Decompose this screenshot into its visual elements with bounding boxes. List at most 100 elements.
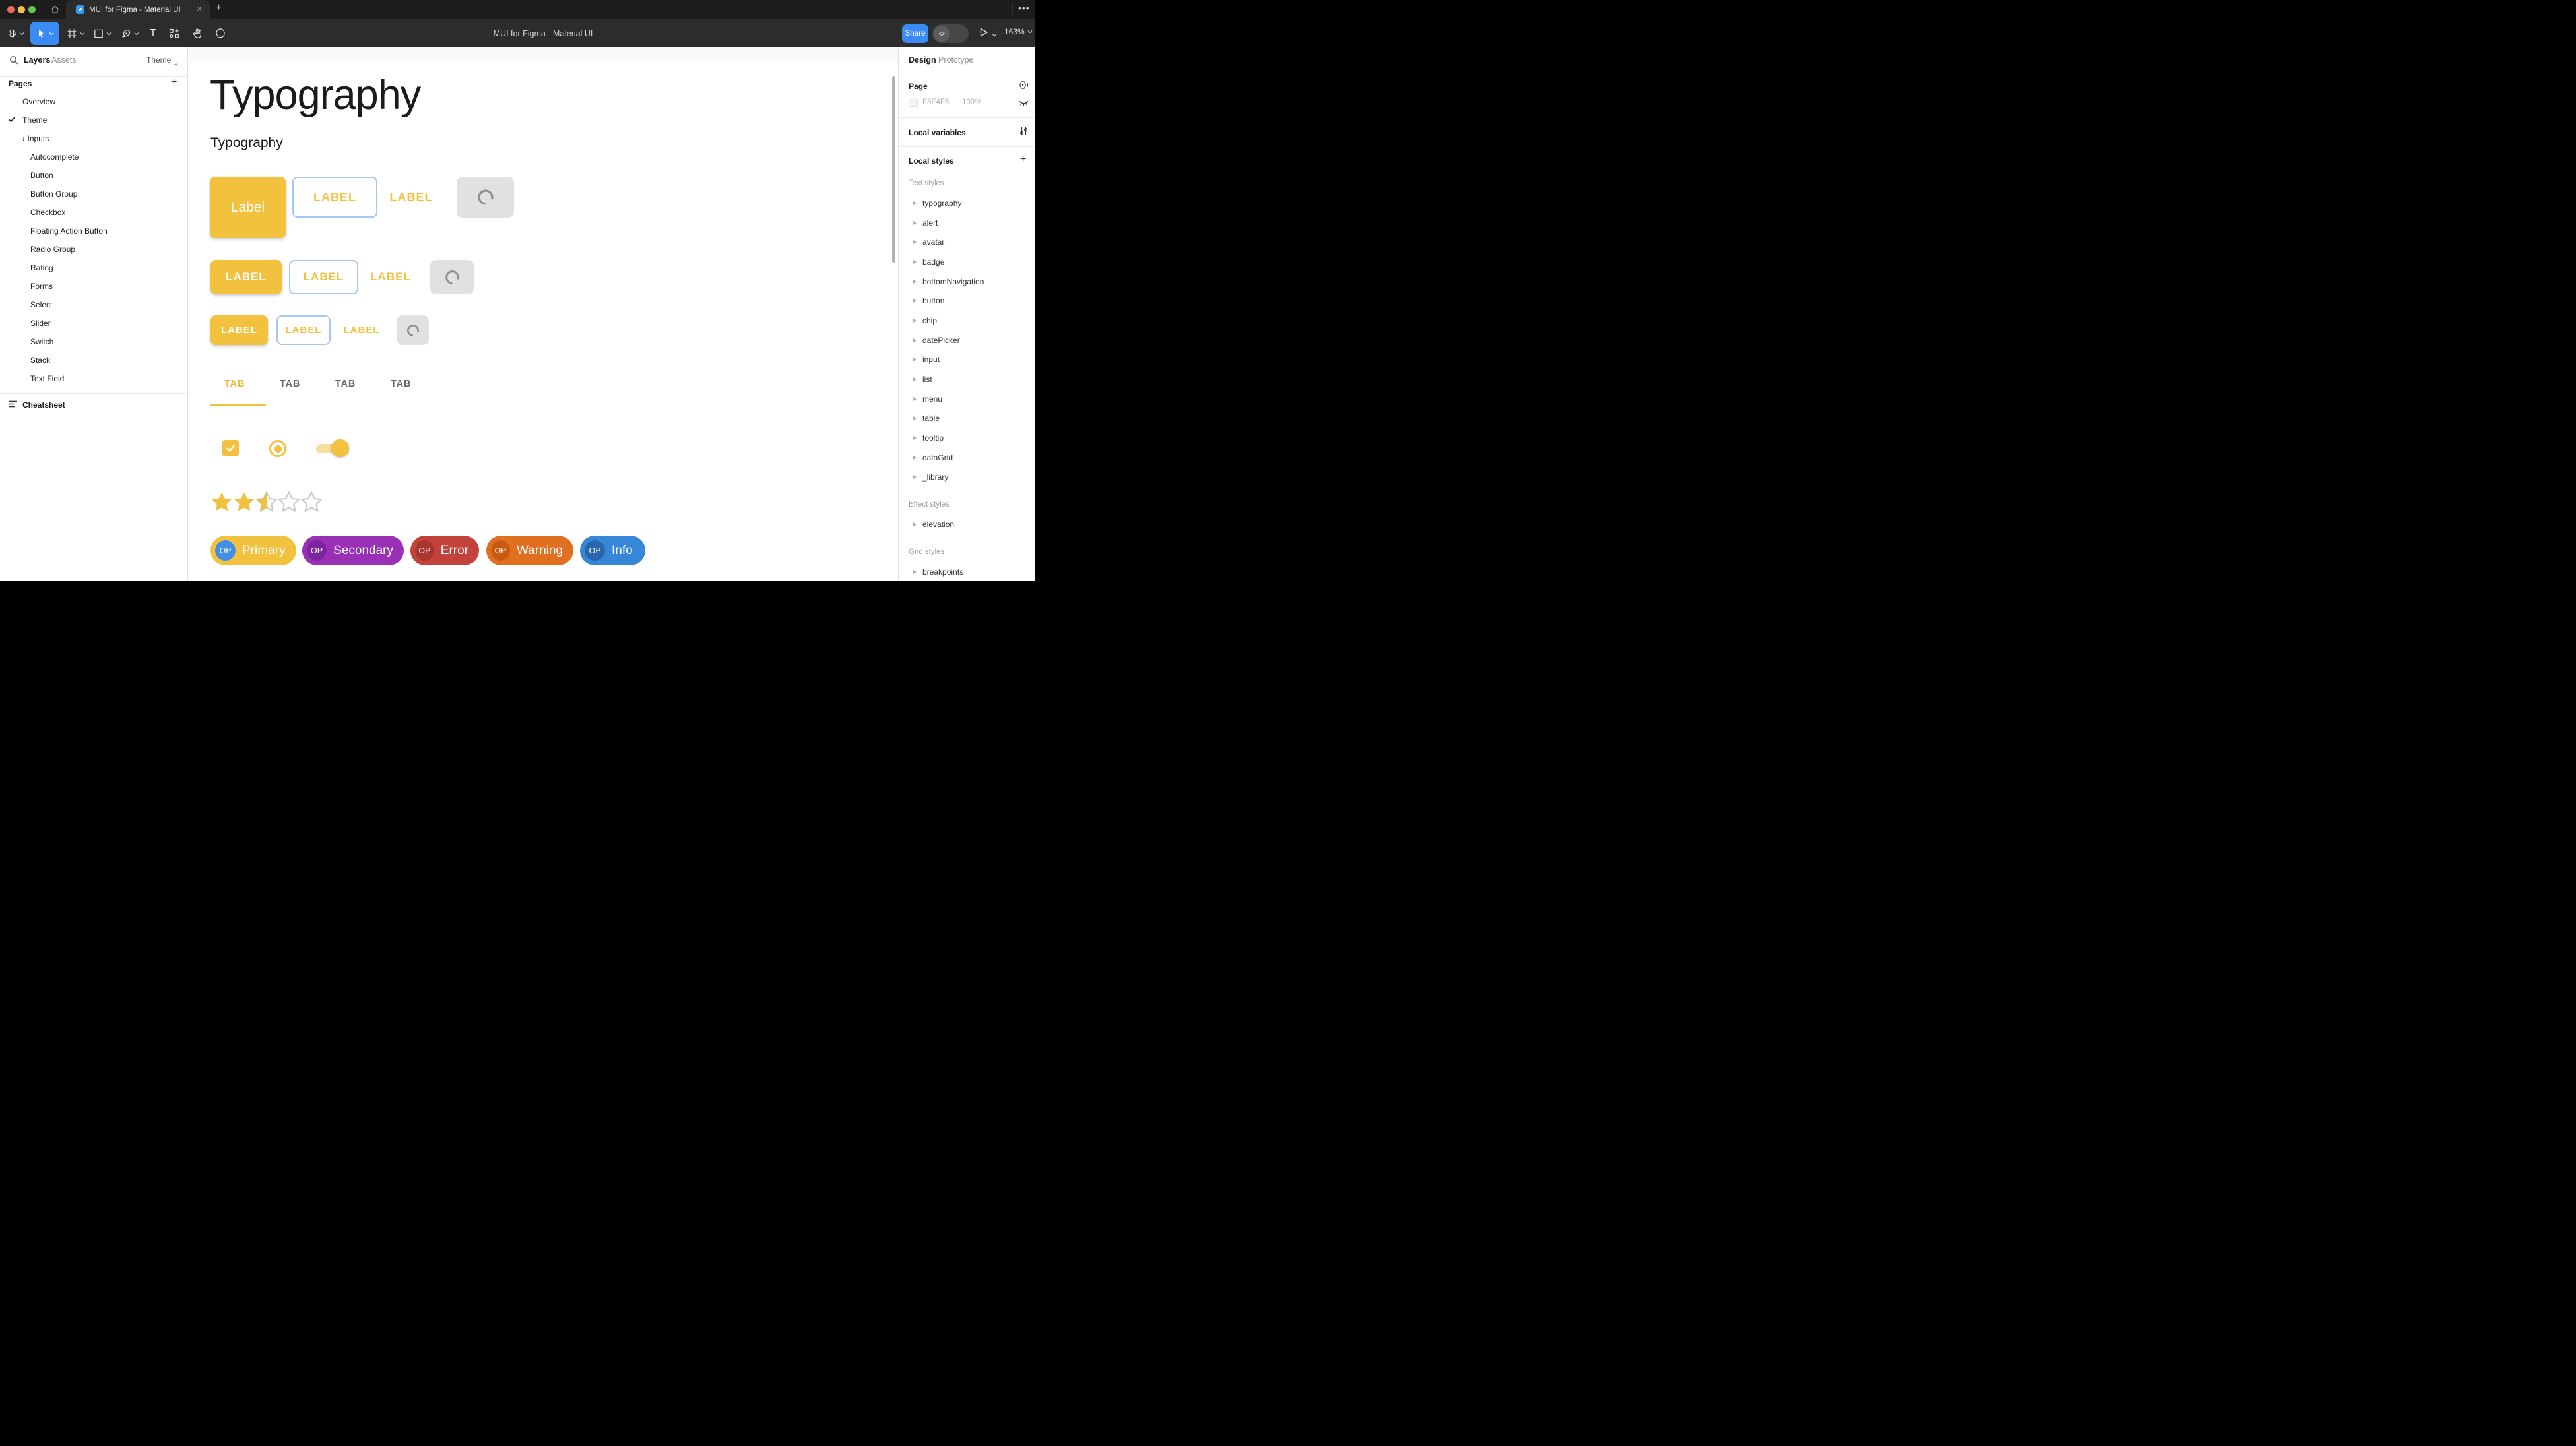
- eye-off-icon[interactable]: [1019, 98, 1029, 110]
- add-page-icon[interactable]: +: [171, 77, 177, 88]
- frame-tool-chevron-icon[interactable]: [79, 19, 86, 47]
- close-tab-icon[interactable]: ✕: [197, 5, 203, 13]
- window-maximize-icon[interactable]: [28, 6, 36, 13]
- menu-chevron-icon[interactable]: [18, 19, 25, 47]
- sidebar-page-inputs[interactable]: ↓ Inputs: [0, 129, 188, 148]
- page-color-swatch[interactable]: [909, 98, 918, 107]
- tab-assets[interactable]: Assets: [51, 55, 77, 65]
- tab-prototype[interactable]: Prototype: [938, 55, 974, 65]
- tab-item-2[interactable]: TAB: [280, 379, 300, 389]
- loading-button-large[interactable]: [457, 177, 514, 218]
- search-icon[interactable]: [9, 55, 18, 68]
- disclosure-icon[interactable]: [913, 475, 917, 479]
- disclosure-icon[interactable]: [913, 338, 917, 342]
- move-tool-button[interactable]: [30, 22, 59, 45]
- chip-secondary[interactable]: OP Secondary: [302, 536, 404, 565]
- rating-star-empty[interactable]: [278, 491, 300, 513]
- disclosure-icon[interactable]: [913, 522, 917, 526]
- style-badge[interactable]: badge: [913, 257, 944, 267]
- outlined-button-small[interactable]: LABEL: [276, 315, 331, 345]
- style-library[interactable]: _library: [913, 472, 948, 482]
- sidebar-page-slider[interactable]: Slider: [0, 314, 188, 332]
- style-dataGrid[interactable]: dataGrid: [913, 453, 953, 462]
- pen-tool-chevron-icon[interactable]: [133, 19, 140, 47]
- outlined-button-large[interactable]: LABEL: [292, 177, 377, 218]
- text-button-small[interactable]: LABEL: [341, 315, 382, 345]
- sidebar-page-select[interactable]: Select: [0, 296, 188, 314]
- style-avatar[interactable]: avatar: [913, 237, 944, 247]
- style-elevation[interactable]: elevation: [913, 520, 954, 529]
- sidebar-page-fab[interactable]: Floating Action Button: [0, 222, 188, 240]
- disclosure-icon[interactable]: [913, 240, 917, 244]
- style-breakpoints[interactable]: breakpoints: [913, 567, 963, 577]
- tab-design[interactable]: Design: [909, 55, 936, 65]
- frame-tool-icon[interactable]: [65, 19, 79, 47]
- chip-warning[interactable]: OP Warning: [486, 536, 573, 565]
- sidebar-page-checkbox[interactable]: Checkbox: [0, 203, 188, 222]
- main-menu-icon[interactable]: [5, 19, 18, 47]
- canvas[interactable]: Typography Typography Label LABEL LABEL …: [188, 47, 898, 581]
- tab-layers[interactable]: Layers: [24, 55, 50, 65]
- home-icon[interactable]: [49, 3, 61, 16]
- variable-modes-icon[interactable]: [1019, 80, 1029, 93]
- text-button-medium[interactable]: LABEL: [367, 260, 414, 294]
- sidebar-page-button-group[interactable]: Button Group: [0, 185, 188, 203]
- style-table[interactable]: table: [913, 414, 940, 423]
- add-style-icon[interactable]: +: [1020, 154, 1026, 166]
- disclosure-icon[interactable]: [913, 260, 917, 264]
- sidebar-page-autocomplete[interactable]: Autocomplete: [0, 148, 188, 166]
- shape-tool-icon[interactable]: [91, 19, 106, 47]
- contained-button-medium[interactable]: LABEL: [210, 260, 282, 294]
- sidebar-page-overview[interactable]: Overview: [0, 92, 188, 111]
- zoom-menu[interactable]: 163%: [1004, 27, 1033, 36]
- sidebar-page-stack[interactable]: Stack: [0, 351, 188, 369]
- canvas-scrollbar[interactable]: [892, 76, 895, 263]
- text-button-large[interactable]: LABEL: [383, 177, 439, 218]
- page-color-opacity[interactable]: 100%: [962, 98, 981, 106]
- file-tab[interactable]: MUI for Figma - Material UI ✕: [66, 0, 210, 19]
- present-chevron-icon[interactable]: [992, 28, 997, 40]
- variables-icon[interactable]: [1019, 127, 1028, 139]
- style-button[interactable]: button: [913, 296, 944, 305]
- rating-star-half[interactable]: [255, 491, 278, 513]
- document-title[interactable]: MUI for Figma - Material UI: [411, 19, 675, 47]
- contained-button-small[interactable]: LABEL: [210, 315, 268, 345]
- tab-item-4[interactable]: TAB: [391, 379, 411, 389]
- style-chip[interactable]: chip: [913, 316, 937, 325]
- hand-tool-icon[interactable]: [189, 19, 205, 47]
- disclosure-icon[interactable]: [913, 377, 917, 381]
- present-icon[interactable]: [979, 27, 988, 41]
- text-tool-icon[interactable]: T: [145, 19, 161, 47]
- contained-button-large[interactable]: Label: [210, 177, 286, 238]
- sidebar-page-radio-group[interactable]: Radio Group: [0, 240, 188, 259]
- style-bottomNavigation[interactable]: bottomNavigation: [913, 277, 984, 286]
- sidebar-page-rating[interactable]: Rating: [0, 259, 188, 277]
- loading-button-small[interactable]: [397, 315, 429, 345]
- chip-primary[interactable]: OP Primary: [210, 536, 296, 565]
- disclosure-icon[interactable]: [913, 570, 917, 574]
- disclosure-icon[interactable]: [913, 416, 917, 420]
- disclosure-icon[interactable]: [913, 358, 917, 362]
- disclosure-icon[interactable]: [913, 397, 917, 401]
- sidebar-cheatsheet[interactable]: Cheatsheet: [0, 396, 188, 414]
- disclosure-icon[interactable]: [913, 436, 917, 440]
- disclosure-icon[interactable]: [913, 221, 917, 225]
- rating-star-full[interactable]: [210, 491, 233, 513]
- outlined-button-medium[interactable]: LABEL: [289, 260, 358, 294]
- pen-tool-icon[interactable]: [119, 19, 133, 47]
- disclosure-icon[interactable]: [913, 299, 917, 303]
- switch-thumb[interactable]: [331, 439, 349, 457]
- comment-tool-icon[interactable]: [212, 19, 228, 47]
- style-input[interactable]: input: [913, 355, 940, 364]
- style-list[interactable]: list: [913, 375, 932, 384]
- radio-selected[interactable]: [269, 440, 286, 457]
- sidebar-page-switch[interactable]: Switch: [0, 332, 188, 351]
- sidebar-page-text-field[interactable]: Text Field: [0, 369, 188, 388]
- chip-info[interactable]: OP Info: [580, 536, 645, 565]
- more-options-icon[interactable]: •••: [1018, 3, 1030, 13]
- page-selector[interactable]: Theme: [146, 55, 171, 65]
- rating-star-full[interactable]: [233, 491, 255, 513]
- dev-mode-toggle[interactable]: </>: [932, 24, 969, 43]
- style-menu[interactable]: menu: [913, 394, 942, 404]
- loading-button-medium[interactable]: [430, 260, 474, 294]
